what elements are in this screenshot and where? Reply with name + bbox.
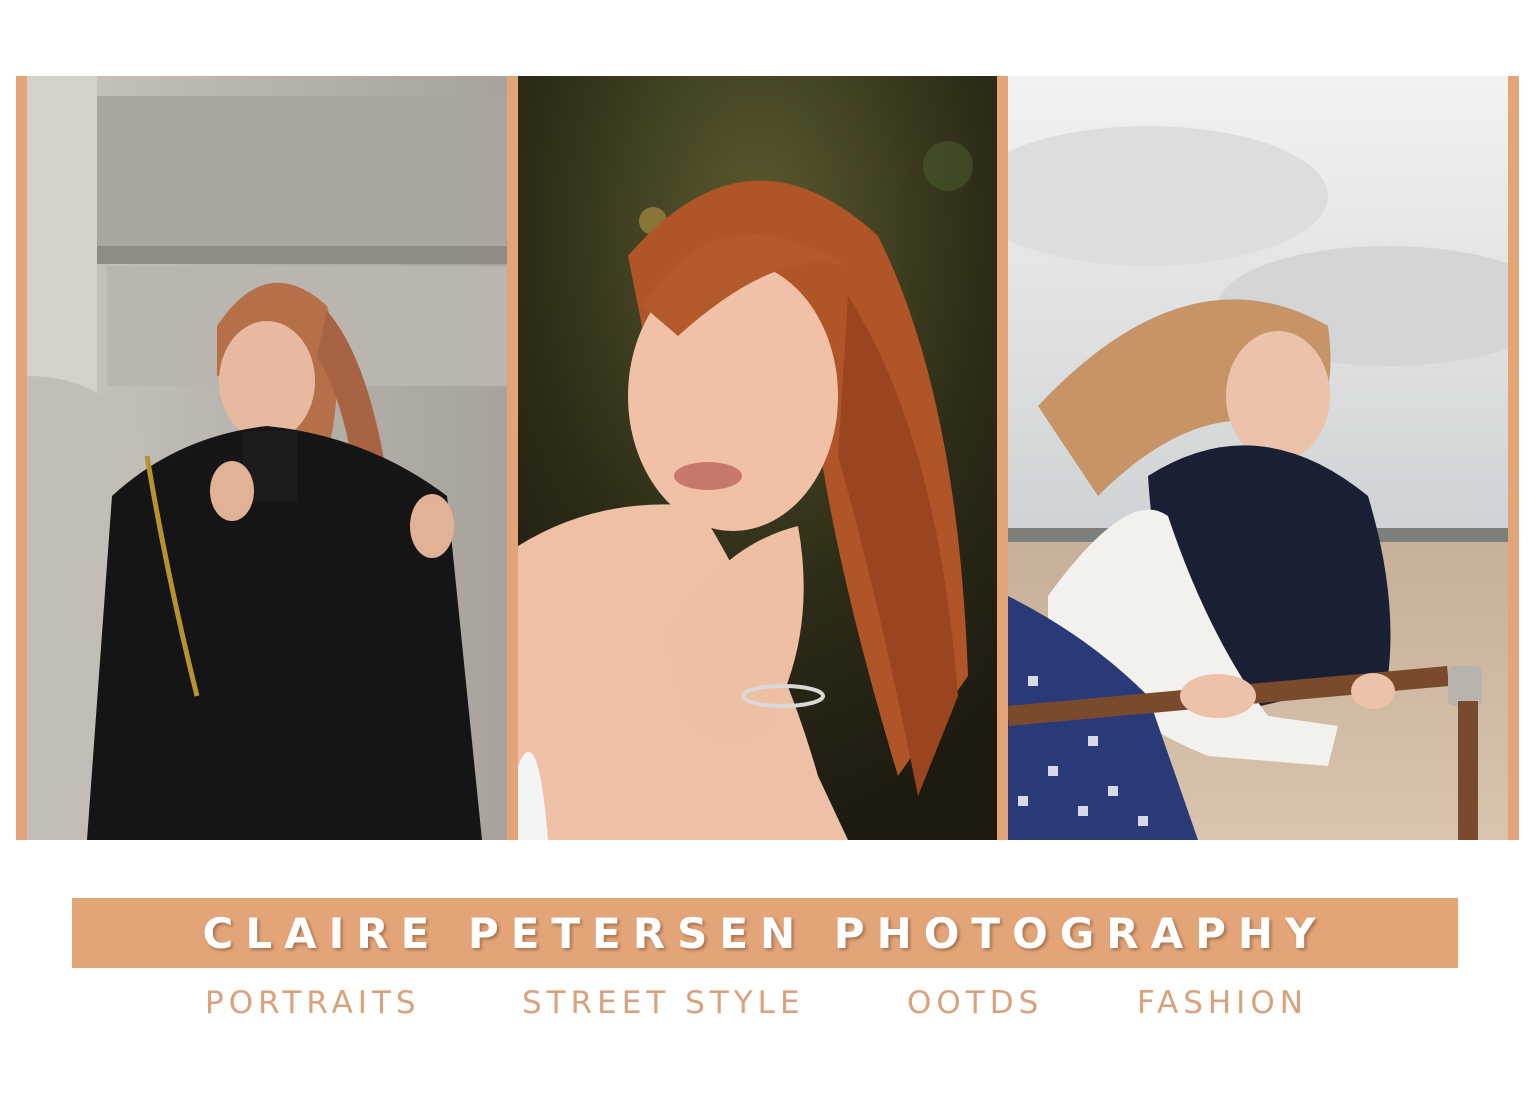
title-banner: CLAIRE PETERSEN PHOTOGRAPHY [72,898,1458,968]
photo-street-style [27,76,507,840]
photo-fashion [1008,76,1508,840]
photo-portrait [518,76,997,840]
category-fashion[interactable]: FASHION [1137,985,1308,1021]
category-street-style[interactable]: STREET STYLE [522,985,805,1021]
brand-title: CLAIRE PETERSEN PHOTOGRAPHY [202,908,1328,958]
category-portraits[interactable]: PORTRAITS [205,985,421,1021]
category-list: PORTRAITS STREET STYLE OOTDS FASHION [0,985,1536,1029]
category-ootds[interactable]: OOTDS [907,985,1043,1021]
